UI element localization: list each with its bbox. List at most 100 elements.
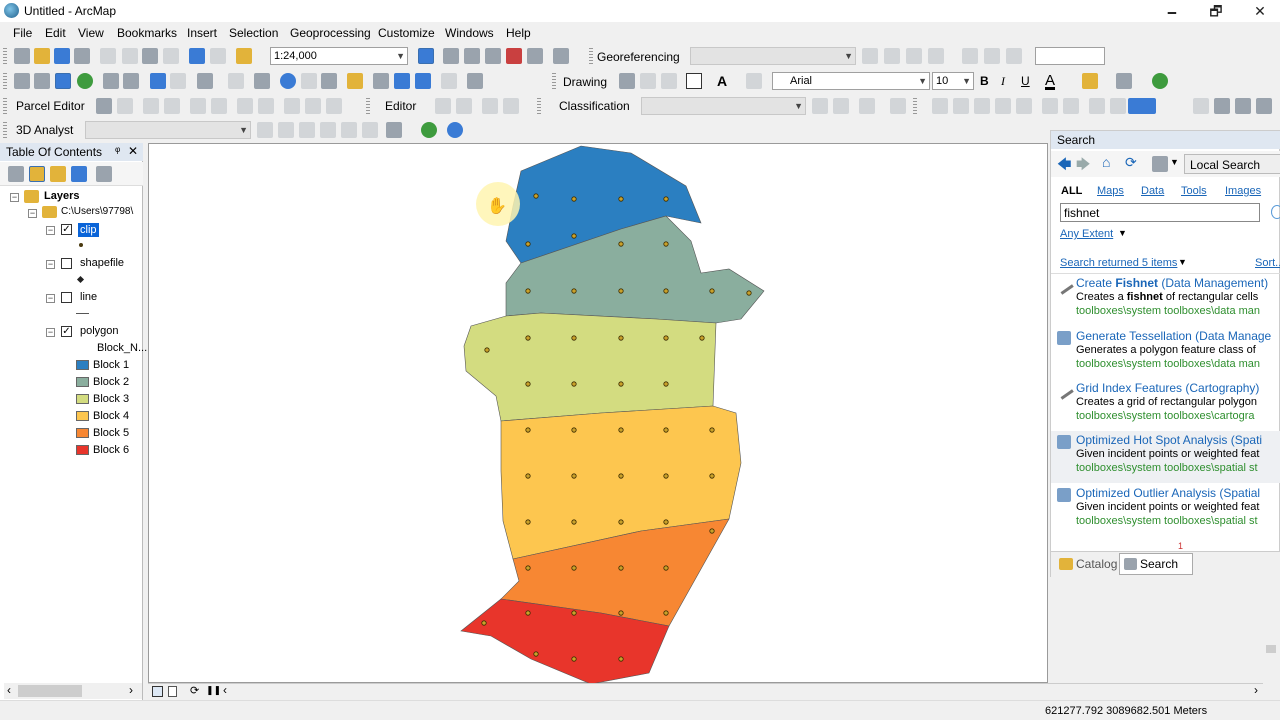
search-go-icon[interactable] <box>1271 205 1280 219</box>
parcel-tool-icon[interactable] <box>164 98 180 114</box>
marker-color-icon[interactable] <box>1152 73 1168 89</box>
parcel-tool-icon[interactable] <box>284 98 300 114</box>
minimize-button[interactable]: 🗕 <box>1150 0 1194 22</box>
list-by-visibility-icon[interactable] <box>50 166 66 182</box>
fishnet-point[interactable] <box>525 565 531 571</box>
fishnet-point[interactable] <box>663 381 669 387</box>
zoom-in-icon[interactable] <box>14 73 30 89</box>
back-arrow-icon[interactable]: 🡄 <box>1057 154 1071 178</box>
georef-tool-icon[interactable] <box>962 48 978 64</box>
3d-tool-icon[interactable] <box>278 122 294 138</box>
menu-customize[interactable]: Customize <box>378 26 435 40</box>
tab-data[interactable]: Data <box>1141 185 1164 197</box>
toc-root-layers[interactable]: Layers <box>44 190 79 202</box>
menu-geoprocessing[interactable]: Geoprocessing <box>290 26 371 40</box>
data-view-icon[interactable] <box>152 686 163 697</box>
classification-tool-icon[interactable] <box>995 98 1011 114</box>
3d-tool-icon[interactable] <box>257 122 273 138</box>
block-3-polygon[interactable] <box>463 312 717 422</box>
font-color-icon[interactable]: A <box>1045 72 1055 89</box>
drawing-menu[interactable]: Drawing <box>563 75 607 89</box>
fishnet-point[interactable] <box>525 381 531 387</box>
tab-catalog[interactable]: Catalog <box>1076 557 1117 571</box>
toolbar-grip[interactable] <box>537 98 541 115</box>
fishnet-point[interactable] <box>525 335 531 341</box>
georef-tool-icon[interactable] <box>862 48 878 64</box>
edit-vertices-icon[interactable] <box>746 73 762 89</box>
fishnet-point[interactable] <box>663 196 669 202</box>
list-by-drawing-order-icon[interactable] <box>8 166 24 182</box>
toc-horizontal-scrollbar[interactable]: ‹ › <box>4 683 142 699</box>
scroll-left-icon[interactable]: ‹ <box>7 683 11 697</box>
result-title[interactable]: Generate Tessellation (Data Manage <box>1076 329 1271 343</box>
chevron-down-icon[interactable]: ▼ <box>1178 257 1187 267</box>
parcel-select-icon[interactable] <box>96 98 112 114</box>
classification-tool-icon[interactable] <box>974 98 990 114</box>
cut-icon[interactable] <box>100 48 116 64</box>
fishnet-point[interactable] <box>525 241 531 247</box>
fixed-zoom-out-icon[interactable] <box>123 73 139 89</box>
delete-icon[interactable] <box>163 48 179 64</box>
forward-arrow-icon[interactable]: 🡆 <box>1076 154 1090 178</box>
classification-tool-icon[interactable] <box>1193 98 1209 114</box>
result-title[interactable]: Grid Index Features (Cartography) <box>1076 381 1259 395</box>
edit-tool-icon[interactable] <box>482 98 498 114</box>
paste-icon[interactable] <box>142 48 158 64</box>
classification-tool-icon[interactable] <box>932 98 948 114</box>
pause-drawing-icon[interactable]: ❚❚ <box>206 685 221 696</box>
copy-icon[interactable] <box>122 48 138 64</box>
fishnet-point[interactable] <box>618 565 624 571</box>
measure-icon[interactable] <box>347 73 363 89</box>
add-data-icon[interactable] <box>236 48 252 64</box>
classification-tool-icon[interactable] <box>1256 98 1272 114</box>
arcglobe-icon[interactable] <box>447 122 463 138</box>
edit-tool-icon[interactable] <box>435 98 451 114</box>
fishnet-point[interactable] <box>571 656 577 662</box>
legend-label[interactable]: Block 5 <box>93 427 129 439</box>
parcel-tool-icon[interactable] <box>258 98 274 114</box>
pan-hand-icon[interactable] <box>55 73 71 89</box>
collapse-icon[interactable]: − <box>10 193 19 202</box>
profile-graph-icon[interactable] <box>386 122 402 138</box>
fishnet-point[interactable] <box>618 610 624 616</box>
italic-button[interactable]: I <box>1001 74 1005 89</box>
collapse-icon[interactable]: − <box>46 260 55 269</box>
fishnet-point[interactable] <box>618 288 624 294</box>
fishnet-point[interactable] <box>571 381 577 387</box>
zoom-whole-page-icon[interactable] <box>661 73 677 89</box>
search-result[interactable]: Generate Tessellation (Data Manage Gener… <box>1051 327 1280 379</box>
classification-tool-icon[interactable] <box>1214 98 1230 114</box>
fishnet-point[interactable] <box>481 620 487 626</box>
map-canvas[interactable]: ✋ <box>148 143 1048 685</box>
classification-layer-combo[interactable]: ▼ <box>641 97 806 115</box>
fishnet-point[interactable] <box>663 335 669 341</box>
classification-tool-icon[interactable] <box>1110 98 1126 114</box>
menu-file[interactable]: File <box>13 26 32 40</box>
tab-all[interactable]: ALL <box>1061 185 1082 197</box>
collapse-icon[interactable]: − <box>28 209 37 218</box>
map-scale-combo[interactable]: 1:24,000 ▼ <box>270 47 408 65</box>
layer-polygon-checkbox[interactable]: ✓ <box>61 326 72 337</box>
toolbar-grip[interactable] <box>552 73 556 90</box>
fishnet-point[interactable] <box>618 381 624 387</box>
arcscene-globe-icon[interactable] <box>421 122 437 138</box>
fishnet-point[interactable] <box>618 427 624 433</box>
legend-label[interactable]: Block 4 <box>93 410 129 422</box>
menu-help[interactable]: Help <box>506 26 531 40</box>
fishnet-point[interactable] <box>709 288 715 294</box>
list-by-source-icon[interactable] <box>29 166 45 182</box>
georef-table-icon[interactable] <box>984 48 1000 64</box>
fishnet-point[interactable] <box>663 427 669 433</box>
model-builder-icon[interactable] <box>553 48 569 64</box>
result-title[interactable]: Optimized Outlier Analysis (Spatial <box>1076 486 1260 500</box>
select-elements-arrow-icon[interactable] <box>254 73 270 89</box>
fishnet-point[interactable] <box>746 290 752 296</box>
full-extent-globe-icon[interactable] <box>77 73 93 89</box>
fishnet-point[interactable] <box>571 335 577 341</box>
page-number[interactable]: 1 <box>1178 541 1183 551</box>
layer-line[interactable]: line <box>80 291 97 303</box>
3d-tool-icon[interactable] <box>341 122 357 138</box>
html-popup-icon[interactable] <box>321 73 337 89</box>
fishnet-point[interactable] <box>484 347 490 353</box>
block-1-swatch[interactable] <box>76 360 89 370</box>
